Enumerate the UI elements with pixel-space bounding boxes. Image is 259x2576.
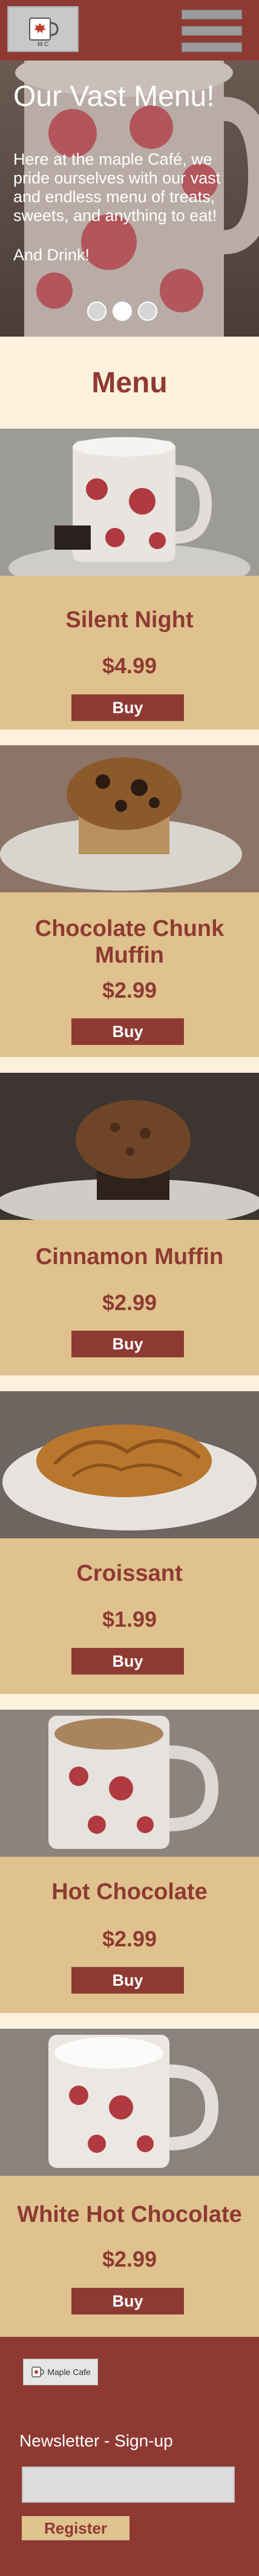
carousel-dot-2[interactable] [113, 301, 132, 321]
menu-title: Menu [91, 366, 168, 399]
register-button[interactable]: Register [22, 2516, 130, 2540]
site-logo[interactable]: M C [7, 6, 79, 52]
item-image-chocolate-chunk-muffin [0, 745, 259, 892]
item-divider [0, 730, 259, 745]
item-divider [0, 1375, 259, 1391]
item-image-croissant [0, 1391, 259, 1538]
footer-logo-text: Maple Cafe [47, 2367, 91, 2377]
item-divider [0, 2013, 259, 2029]
item-image-silent-night [0, 429, 259, 576]
carousel-dot-3[interactable] [138, 301, 157, 321]
logo-text: M C [38, 41, 49, 48]
item-name: Silent Night [65, 607, 194, 633]
footer-logo[interactable]: Maple Cafe [23, 2359, 98, 2385]
carousel-dot-1[interactable] [87, 301, 107, 321]
item-divider [0, 1057, 259, 1073]
item-image-hot-chocolate [0, 1710, 259, 1857]
item-name: Hot Chocolate [51, 1879, 208, 1905]
buy-button[interactable]: Buy [71, 1967, 184, 1994]
item-price: $1.99 [102, 1607, 157, 1632]
item-name: White Hot Chocolate [17, 2202, 242, 2227]
item-image-cinnamon-muffin [0, 1073, 259, 1220]
menu-section-heading: Menu [0, 337, 259, 429]
item-price: $2.99 [102, 1926, 157, 1951]
newsletter-label: Newsletter - Sign-up [19, 2431, 173, 2450]
mug-logo-icon [29, 18, 59, 41]
item-name: Cinnamon Muffin [35, 1244, 224, 1270]
buy-button[interactable]: Buy [71, 694, 184, 721]
buy-button[interactable]: Buy [71, 2288, 184, 2314]
item-price: $4.99 [102, 653, 157, 678]
item-name: Chocolate Chunk Muffin [34, 916, 225, 968]
hamburger-menu-icon[interactable] [182, 10, 242, 52]
hero-title: Our Vast Menu! [13, 81, 215, 113]
item-price: $2.99 [102, 978, 157, 1003]
buy-button[interactable]: Buy [71, 1331, 184, 1357]
buy-button[interactable]: Buy [71, 1648, 184, 1675]
hero-text: Here at the maple Café, we pride ourselv… [13, 150, 221, 225]
item-divider [0, 1694, 259, 1710]
item-price: $2.99 [102, 1290, 157, 1315]
item-name: Croissant [76, 1561, 183, 1586]
item-price: $2.99 [102, 2247, 157, 2271]
mug-logo-icon [31, 2367, 44, 2377]
hero-drink-text: And Drink! [13, 246, 90, 264]
newsletter-email-input[interactable] [22, 2466, 235, 2503]
item-image-white-hot-chocolate [0, 2029, 259, 2176]
buy-button[interactable]: Buy [71, 1018, 184, 1045]
